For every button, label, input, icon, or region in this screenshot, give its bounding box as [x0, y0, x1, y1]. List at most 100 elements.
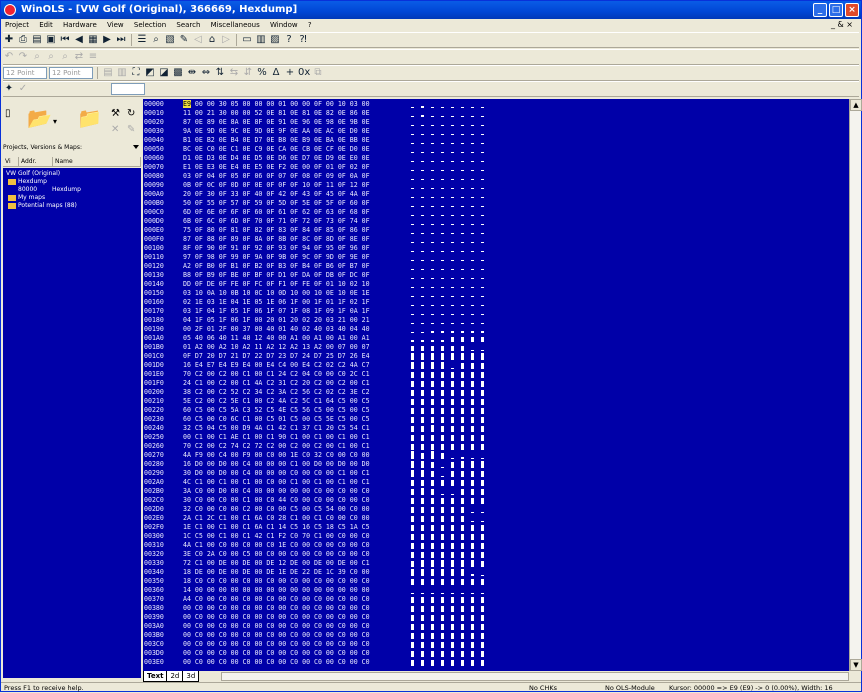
hex-row-bytes[interactable]: 16 D0 00 D0 00 C4 00 00 00 C1 00 D0 00 D… — [183, 460, 413, 469]
app-icon[interactable] — [4, 4, 16, 16]
wizard-icon[interactable]: ✦ — [3, 83, 15, 95]
hex-row-bytes[interactable]: 97 0F 98 0F 99 0F 9A 0F 9B 0F 9C 0F 9D 0… — [183, 253, 413, 262]
hex-row[interactable]: 00380 00 C0 00 C0 00 C0 00 C0 00 C0 00 C0… — [143, 604, 849, 613]
hex-row[interactable]: 00370 A4 C0 00 C0 00 C0 00 C0 00 C0 00 C0… — [143, 595, 849, 604]
scale-combo[interactable] — [111, 83, 145, 95]
hex-row-bytes[interactable]: 11 00 21 30 00 00 52 0E 81 0E 81 0E 82 0… — [183, 109, 413, 118]
replace-icon[interactable]: ⇄ — [73, 51, 85, 63]
hexdump-view[interactable]: 00000 E9 00 00 30 05 00 00 00 01 00 00 0F… — [143, 99, 849, 671]
view-3d-icon[interactable]: ▨ — [269, 34, 281, 46]
hex-row[interactable]: 000E0 75 0F 80 0F 81 0F 82 0F 83 0F 84 0F… — [143, 226, 849, 235]
menu-window[interactable]: Window — [266, 19, 302, 31]
hex-row[interactable]: 002C0 30 C0 00 C0 00 C1 00 C0 44 C0 00 C0… — [143, 496, 849, 505]
hex-row[interactable]: 00280 16 D0 00 D0 00 C4 00 00 00 C1 00 D0… — [143, 460, 849, 469]
percent-icon[interactable]: % — [256, 67, 268, 79]
hex-row-bytes[interactable]: 32 C0 00 C0 00 C2 00 C0 00 C5 00 C5 54 0… — [183, 505, 413, 514]
hex-row[interactable]: 002D0 32 C0 00 C0 00 C2 00 C0 00 C5 00 C5… — [143, 505, 849, 514]
flip-icon[interactable]: ⇵ — [242, 67, 254, 79]
hex-row[interactable]: 00390 00 C0 00 C0 00 C0 00 C0 00 C0 00 C0… — [143, 613, 849, 622]
compute-icon[interactable]: ▩ — [172, 67, 184, 79]
import-folder-icon[interactable]: 📁 — [77, 107, 102, 129]
hex-row[interactable]: 00200 38 C2 00 C2 52 C2 34 C2 3A C2 56 C2… — [143, 388, 849, 397]
hex-row-bytes[interactable]: 02 1E 03 1E 04 1E 05 1E 06 1F 00 1F 01 1… — [183, 298, 413, 307]
hex-row[interactable]: 00330 72 C1 00 DE 00 DE 00 DE 12 DE 00 DE… — [143, 559, 849, 568]
hex-row-bytes[interactable]: 00 C0 00 C0 00 C0 00 C0 00 C0 00 C0 00 C… — [183, 604, 413, 613]
hex-row-bytes[interactable]: 4A F9 00 C4 00 F9 00 C0 00 1E C0 32 C0 0… — [183, 451, 413, 460]
map-icon[interactable]: ▧ — [164, 34, 176, 46]
tree-item-project[interactable]: VW Golf (Original) — [6, 170, 138, 178]
hex-row[interactable]: 00210 5E C2 00 C2 5E C1 00 C2 4A C2 5C C1… — [143, 397, 849, 406]
hex-row[interactable]: 00360 14 00 00 00 00 00 00 00 00 00 00 00… — [143, 586, 849, 595]
hex-row[interactable]: 00000 E9 00 00 30 05 00 00 00 01 00 00 0F… — [143, 100, 849, 109]
hex-row-bytes[interactable]: A4 C0 00 C0 00 C0 00 C0 00 C0 00 C0 00 C… — [183, 595, 413, 604]
mdi-controls[interactable]: _ & × — [827, 19, 857, 31]
hex-row-bytes[interactable]: B1 0E B2 0E B4 0E D7 0E B8 0E B9 0E BA 0… — [183, 136, 413, 145]
hex-row-bytes[interactable]: 72 C1 00 DE 00 DE 00 DE 12 DE 00 DE 00 D… — [183, 559, 413, 568]
font-size-combo-2[interactable]: 12 Point — [49, 67, 93, 79]
hex-row-bytes[interactable]: 00 C0 00 C0 00 C0 00 C0 00 C0 00 C0 00 C… — [183, 631, 413, 640]
hex-row-bytes[interactable]: 4C C1 00 C1 00 C1 00 C0 00 C1 00 C1 00 C… — [183, 478, 413, 487]
hex-row-bytes[interactable]: 16 E4 E7 E4 E9 E4 00 E4 C4 00 E4 C2 02 C… — [183, 361, 413, 370]
hex-row-bytes[interactable]: 75 0F 80 0F 81 0F 82 0F 83 0F 84 0F 85 0… — [183, 226, 413, 235]
add-icon[interactable]: + — [284, 67, 296, 79]
find-prev-icon[interactable]: ⌕ — [59, 51, 71, 63]
hex-row-bytes[interactable]: D1 0E D3 0E D4 0E D5 0E D6 0E D7 0E D9 0… — [183, 154, 413, 163]
save-icon[interactable]: ▣ — [45, 34, 57, 46]
hex-row-bytes[interactable]: 87 0F 88 0F 89 0F 8A 0F 8B 0F 8C 0F 8D 0… — [183, 235, 413, 244]
hex-row-bytes[interactable]: 32 C5 04 C5 00 D9 4A C1 42 C1 37 C1 20 C… — [183, 424, 413, 433]
minimize-button[interactable]: _ — [813, 3, 827, 17]
hex-row-bytes[interactable]: 0F D7 20 D7 21 D7 22 D7 23 D7 24 D7 25 D… — [183, 352, 413, 361]
hex-row-bytes[interactable]: 2A C1 2C C1 00 C1 6A C0 28 C1 00 C1 C0 0… — [183, 514, 413, 523]
hex-row-bytes[interactable]: 3A C0 00 D0 00 C4 00 00 00 00 00 C0 00 C… — [183, 487, 413, 496]
hex-row[interactable]: 001A0 05 40 06 40 11 40 12 40 00 A1 00 A1… — [143, 334, 849, 343]
hex-row-bytes[interactable]: 30 D0 00 D0 00 C4 00 00 00 C0 00 C0 00 C… — [183, 469, 413, 478]
select-icon[interactable]: ⛶ — [130, 67, 142, 79]
hex-row-bytes[interactable]: 00 C0 00 C0 00 C0 00 C0 00 C0 00 C0 00 C… — [183, 649, 413, 658]
hex-row-bytes[interactable]: 03 10 0A 10 0B 10 0C 10 0D 10 00 10 0E 1… — [183, 289, 413, 298]
hex-row[interactable]: 00080 03 0F 04 0F 05 0F 06 0F 07 0F 08 0F… — [143, 172, 849, 181]
hex-row[interactable]: 003A0 00 C0 00 C0 00 C0 00 C0 00 C0 00 C0… — [143, 622, 849, 631]
hex-row[interactable]: 002A0 4C C1 00 C1 00 C1 00 C0 00 C1 00 C1… — [143, 478, 849, 487]
hex-row[interactable]: 003E0 00 C0 00 C0 00 C0 00 C0 00 C0 00 C0… — [143, 658, 849, 667]
hex-row-bytes[interactable]: 00 C0 00 C0 00 C0 00 C0 00 C0 00 C0 00 C… — [183, 640, 413, 649]
first-icon[interactable]: ⏮ — [59, 34, 71, 46]
view-hex-icon[interactable]: ▭ — [241, 34, 253, 46]
grid-icon[interactable]: ▦ — [87, 34, 99, 46]
hex-row[interactable]: 00150 03 10 0A 10 0B 10 0C 10 0D 10 00 10… — [143, 289, 849, 298]
tree-item-hexdump[interactable]: Hexdump — [6, 178, 138, 186]
hex-row[interactable]: 00270 4A F9 00 C4 00 F9 00 C0 00 1E C0 32… — [143, 451, 849, 460]
menu-view[interactable]: View — [103, 19, 128, 31]
tab-2d[interactable]: 2d — [166, 671, 184, 682]
tab-text[interactable]: Text — [143, 671, 168, 682]
hex-row[interactable]: 00320 3E C0 2A C0 00 C5 00 C0 00 C0 00 C0… — [143, 550, 849, 559]
checksum-icon[interactable]: ✓ — [17, 83, 29, 95]
hex-row[interactable]: 00050 BC 0E C0 0E C1 0E C9 0E CA 0E CB 0E… — [143, 145, 849, 154]
marker-icon[interactable]: ◩ — [144, 67, 156, 79]
list-icon[interactable]: ☰ — [136, 34, 148, 46]
last-icon[interactable]: ⏭ — [115, 34, 127, 46]
home-icon[interactable]: ⌂ — [206, 34, 218, 46]
menu-hardware[interactable]: Hardware — [59, 19, 101, 31]
menu-selection[interactable]: Selection — [130, 19, 170, 31]
hex-row-bytes[interactable]: 5E C2 00 C2 5E C1 00 C2 4A C2 5C C1 64 C… — [183, 397, 413, 406]
column-header-addr[interactable]: Addr. — [19, 157, 53, 166]
tree-item-potential-maps[interactable]: Potential maps (88) — [6, 202, 138, 210]
help-icon[interactable]: ? — [283, 34, 295, 46]
hex-row[interactable]: 001B0 01 A2 00 A2 10 A2 11 A2 12 A2 13 A2… — [143, 343, 849, 352]
tree-item-hexdump-map[interactable]: 80000 Hexdump — [6, 186, 138, 194]
hex-row[interactable]: 001C0 0F D7 20 D7 21 D7 22 D7 23 D7 24 D7… — [143, 352, 849, 361]
undo-icon[interactable]: ↶ — [3, 51, 15, 63]
hex-row[interactable]: 00300 1C C5 00 C1 00 C1 42 C1 F2 C0 70 C1… — [143, 532, 849, 541]
hex-row[interactable]: 00110 97 0F 98 0F 99 0F 9A 0F 9B 0F 9C 0F… — [143, 253, 849, 262]
hex-row[interactable]: 000D0 6B 0F 6C 0F 6D 0F 70 0F 71 0F 72 0F… — [143, 217, 849, 226]
delete-icon[interactable]: ✕ — [111, 119, 119, 141]
font-size-combo-1[interactable]: 12 Point — [3, 67, 47, 79]
hex-row[interactable]: 00310 4A C1 00 C0 00 C0 00 C0 1E C0 00 C0… — [143, 541, 849, 550]
find-next-icon[interactable]: ⌕ — [45, 51, 57, 63]
hex-row-bytes[interactable]: 4A C1 00 C0 00 C0 00 C0 1E C0 00 C0 00 C… — [183, 541, 413, 550]
hex-row[interactable]: 00340 18 DE 00 DE 00 DE 00 DE 1E DE 22 DE… — [143, 568, 849, 577]
hex-row-bytes[interactable]: 20 0F 30 0F 33 0F 40 0F 42 0F 43 0F 45 0… — [183, 190, 413, 199]
hex-row[interactable]: 00250 00 C1 00 C1 AE C1 00 C1 90 C1 00 C1… — [143, 433, 849, 442]
redo-icon[interactable]: ↷ — [17, 51, 29, 63]
hex-row-bytes[interactable]: 6B 0F 6C 0F 6D 0F 70 0F 71 0F 72 0F 73 0… — [183, 217, 413, 226]
